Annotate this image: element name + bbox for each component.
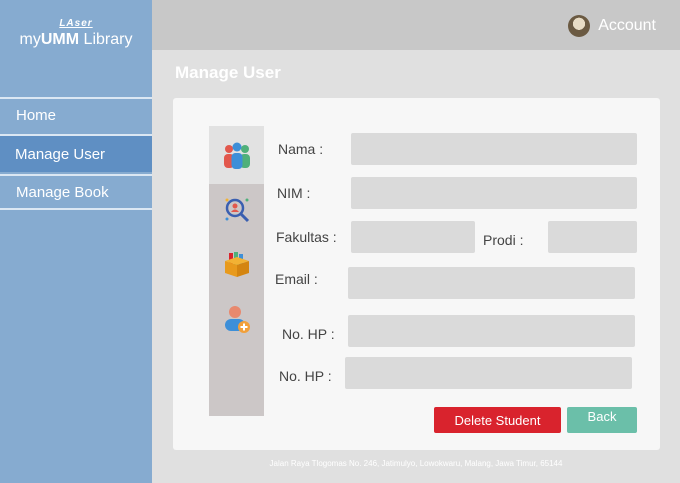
account-label: Account [598, 17, 656, 34]
email-field[interactable] [348, 267, 635, 299]
logo-suffix: Library [79, 31, 133, 48]
nim-field[interactable] [351, 177, 637, 209]
account-menu[interactable]: Account [568, 15, 656, 37]
search-user-icon[interactable] [221, 194, 253, 226]
sidebar-item-manage-book[interactable]: Manage Book [0, 174, 152, 210]
top-bar: Account [152, 0, 680, 50]
sidebar-item-label: Home [16, 106, 57, 124]
prodi-label: Prodi : [483, 232, 524, 248]
page-title: Manage User [175, 63, 281, 82]
logo-main-text: myUMM Library [0, 31, 152, 49]
users-group-icon[interactable] [221, 139, 253, 171]
add-user-icon[interactable] [221, 304, 253, 336]
logo-bold: UMM [40, 31, 80, 48]
fakultas-label: Fakultas : [276, 229, 337, 245]
icon-toolbar [209, 126, 264, 416]
hp-label-2: No. HP : [279, 368, 332, 384]
sidebar: LAser myUMM Library Home Manage User Man… [0, 0, 152, 483]
delete-student-button[interactable]: Delete Student [434, 407, 561, 433]
logo-prefix: my [19, 31, 41, 48]
app-logo[interactable]: LAser myUMM Library [0, 18, 152, 49]
fakultas-field[interactable] [351, 221, 475, 253]
avatar [568, 15, 591, 37]
prodi-field[interactable] [548, 221, 637, 253]
sidebar-item-manage-user[interactable]: Manage User [0, 134, 152, 172]
logo-top-text: LAser [59, 18, 93, 29]
hp-field-1[interactable] [348, 315, 635, 347]
back-button[interactable]: Back [567, 407, 637, 433]
nama-field[interactable] [351, 133, 637, 165]
sidebar-item-label: Manage Book [16, 183, 109, 201]
hp-field-2[interactable] [345, 357, 632, 389]
nama-label: Nama : [278, 141, 324, 157]
hp-label-1: No. HP : [282, 326, 335, 342]
sidebar-item-label: Manage User [15, 145, 106, 163]
form-card: Nama : NIM : Fakultas : Prodi : Email : … [173, 98, 660, 450]
books-box-icon[interactable] [221, 248, 253, 280]
sidebar-item-home[interactable]: Home [0, 97, 152, 131]
footer-address: Jalan Raya Tlogomas No. 246, Jatimulyo, … [269, 459, 563, 468]
email-label: Email : [275, 271, 318, 287]
nim-label: NIM : [277, 185, 311, 201]
